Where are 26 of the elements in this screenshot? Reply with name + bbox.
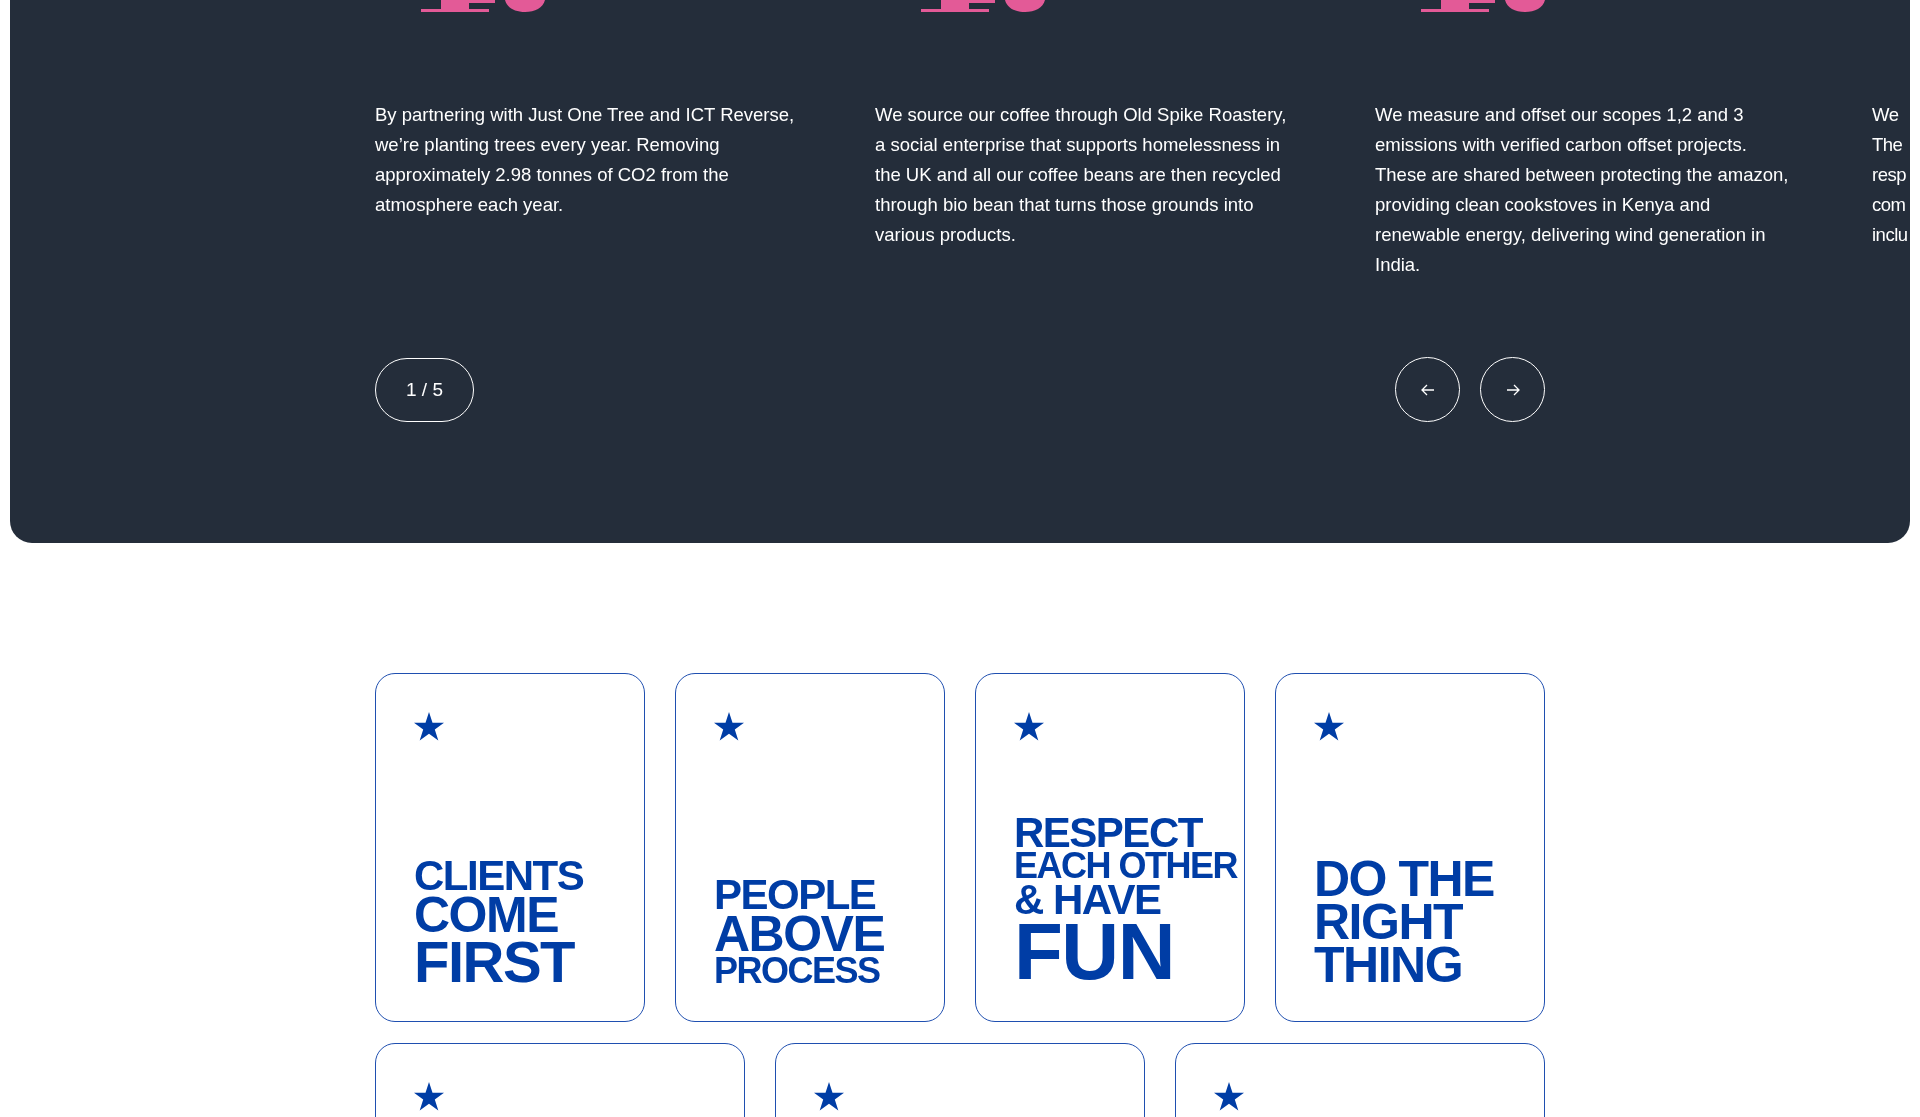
value-heading-line: EACH OTHER [1014,851,1237,883]
star-icon [1314,712,1344,741]
slide-text: We source our coffee through Old Spike Roastery, a social enterprise that supports homelessness in the UK and all our coffee beans are then recycled through bio bean that turns those grounds into various products. [875,103,1288,247]
value-heading-line: FIRST [414,937,575,987]
slide-text: By partnering with Just One Tree and ICT Reverse, we’re planting trees every year. Removing approximately 2.98 tonnes of CO2 from the atmosphere each year. [375,103,795,217]
star-icon [1014,712,1044,741]
arrow-right-icon [1505,383,1520,396]
star-icon [814,1082,844,1111]
star-icon [714,712,744,741]
value-heading-line: ABOVE [714,913,885,957]
star-icon [414,712,444,741]
value-heading-line: & HAVE [1014,882,1161,919]
value-heading-line: PROCESS [714,956,880,987]
value-heading-line: THING [1314,944,1463,987]
star-icon [414,1082,444,1111]
value-heading-line: FUN [1014,918,1174,987]
value-heading-line: PEOPLE [714,876,876,914]
arrow-left-icon [1420,383,1435,396]
value-heading-line: COME [414,894,558,938]
value-heading-line: CLIENTS [414,858,584,895]
value-heading-line: RESPECT [1014,815,1202,852]
slide-text: We The resp com inclu [1872,103,1909,247]
value-heading-line: RIGHT [1314,901,1463,944]
value-heading-line: DO THE [1314,858,1494,901]
slide-text: We measure and offset our scopes 1,2 and 3 emissions with verified carbon offset projects. These are shared between protecting the amazon, providing clean cookstoves in Kenya and renewable energy, delivering wind generation in India. [1375,103,1790,277]
star-icon [1214,1082,1244,1111]
